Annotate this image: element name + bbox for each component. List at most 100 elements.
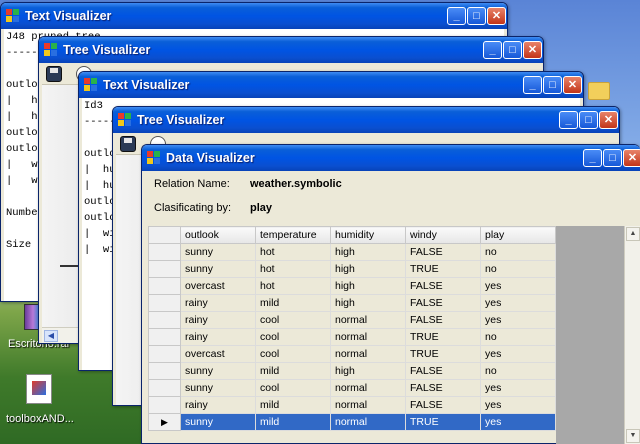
cell-windy[interactable]: TRUE (405, 260, 481, 278)
title-bar[interactable]: Tree Visualizer (39, 37, 543, 63)
title-bar[interactable]: Text Visualizer (79, 72, 583, 98)
cell-play[interactable]: yes (480, 413, 556, 431)
cell-windy[interactable]: FALSE (405, 277, 481, 295)
column-header-outlook[interactable]: outlook (180, 226, 256, 244)
cell-temperature[interactable]: mild (255, 396, 331, 414)
row-header[interactable] (148, 294, 181, 312)
table-row[interactable]: ▶ sunny mild normal TRUE yes (148, 413, 556, 431)
table-row[interactable]: overcast hot high FALSE yes (148, 277, 556, 295)
vertical-scrollbar[interactable]: ▲ ▼ (624, 226, 640, 444)
cell-play[interactable]: no (480, 260, 556, 278)
row-header[interactable] (148, 277, 181, 295)
minimize-button[interactable]: _ (447, 7, 466, 25)
cell-outlook[interactable]: rainy (180, 294, 256, 312)
cell-windy[interactable]: TRUE (405, 413, 481, 431)
cell-temperature[interactable]: mild (255, 362, 331, 380)
maximize-button[interactable]: □ (503, 41, 522, 59)
minimize-button[interactable]: _ (583, 149, 602, 167)
cell-windy[interactable]: FALSE (405, 243, 481, 261)
table-row[interactable]: overcast cool normal TRUE yes (148, 345, 556, 363)
minimize-button[interactable]: _ (483, 41, 502, 59)
title-bar[interactable]: Text Visualizer (1, 3, 507, 29)
maximize-button[interactable]: □ (543, 76, 562, 94)
row-header[interactable] (148, 328, 181, 346)
folder-icon[interactable] (588, 82, 610, 100)
scroll-up-icon[interactable]: ▲ (626, 227, 640, 241)
cell-outlook[interactable]: rainy (180, 396, 256, 414)
row-header[interactable] (148, 396, 181, 414)
maximize-button[interactable]: □ (467, 7, 486, 25)
cell-humidity[interactable]: high (330, 294, 406, 312)
cell-windy[interactable]: TRUE (405, 328, 481, 346)
close-button[interactable]: ✕ (623, 149, 640, 167)
row-header[interactable] (148, 379, 181, 397)
cell-play[interactable]: yes (480, 277, 556, 295)
cell-humidity[interactable]: high (330, 277, 406, 295)
column-header-play[interactable]: play (480, 226, 556, 244)
scroll-left-icon[interactable]: ◀ (44, 330, 58, 342)
table-row[interactable]: rainy cool normal FALSE yes (148, 311, 556, 329)
maximize-button[interactable]: □ (603, 149, 622, 167)
table-row[interactable]: sunny hot high FALSE no (148, 243, 556, 261)
cell-outlook[interactable]: sunny (180, 379, 256, 397)
cell-windy[interactable]: TRUE (405, 345, 481, 363)
cell-temperature[interactable]: cool (255, 311, 331, 329)
title-bar[interactable]: Tree Visualizer (113, 107, 619, 133)
cell-humidity[interactable]: high (330, 260, 406, 278)
desktop-icon-toolbox[interactable] (26, 374, 52, 404)
column-header-temperature[interactable]: temperature (255, 226, 331, 244)
cell-temperature[interactable]: hot (255, 260, 331, 278)
cell-humidity[interactable]: high (330, 362, 406, 380)
cell-humidity[interactable]: normal (330, 396, 406, 414)
table-row[interactable]: sunny hot high TRUE no (148, 260, 556, 278)
cell-play[interactable]: yes (480, 379, 556, 397)
cell-play[interactable]: yes (480, 294, 556, 312)
cell-windy[interactable]: FALSE (405, 311, 481, 329)
cell-temperature[interactable]: cool (255, 379, 331, 397)
row-header[interactable]: ▶ (148, 413, 181, 431)
column-header-windy[interactable]: windy (405, 226, 481, 244)
table-row[interactable]: rainy mild normal FALSE yes (148, 396, 556, 414)
row-header[interactable] (148, 345, 181, 363)
cell-temperature[interactable]: cool (255, 328, 331, 346)
cell-humidity[interactable]: normal (330, 413, 406, 431)
cell-temperature[interactable]: cool (255, 345, 331, 363)
cell-temperature[interactable]: hot (255, 243, 331, 261)
cell-humidity[interactable]: normal (330, 328, 406, 346)
row-header[interactable] (148, 362, 181, 380)
cell-humidity[interactable]: normal (330, 311, 406, 329)
cell-windy[interactable]: FALSE (405, 362, 481, 380)
row-header[interactable] (148, 311, 181, 329)
table-row[interactable]: sunny cool normal FALSE yes (148, 379, 556, 397)
cell-outlook[interactable]: sunny (180, 413, 256, 431)
cell-humidity[interactable]: normal (330, 345, 406, 363)
cell-windy[interactable]: FALSE (405, 379, 481, 397)
table-row[interactable]: sunny mild high FALSE no (148, 362, 556, 380)
cell-temperature[interactable]: mild (255, 294, 331, 312)
cell-humidity[interactable]: normal (330, 379, 406, 397)
column-header-humidity[interactable]: humidity (330, 226, 406, 244)
close-button[interactable]: ✕ (487, 7, 506, 25)
cell-temperature[interactable]: mild (255, 413, 331, 431)
save-icon[interactable] (120, 136, 136, 152)
cell-humidity[interactable]: high (330, 243, 406, 261)
cell-play[interactable]: yes (480, 345, 556, 363)
cell-temperature[interactable]: hot (255, 277, 331, 295)
cell-outlook[interactable]: overcast (180, 345, 256, 363)
maximize-button[interactable]: □ (579, 111, 598, 129)
cell-outlook[interactable]: overcast (180, 277, 256, 295)
cell-windy[interactable]: FALSE (405, 396, 481, 414)
cell-outlook[interactable]: rainy (180, 311, 256, 329)
minimize-button[interactable]: _ (523, 76, 542, 94)
table-row[interactable]: rainy mild high FALSE yes (148, 294, 556, 312)
title-bar[interactable]: Data Visualizer (142, 145, 640, 171)
cell-play[interactable]: no (480, 328, 556, 346)
cell-outlook[interactable]: rainy (180, 328, 256, 346)
minimize-button[interactable]: _ (559, 111, 578, 129)
data-grid[interactable]: outlook temperature humidity windy play sunn… (148, 226, 556, 431)
row-header[interactable] (148, 243, 181, 261)
close-button[interactable]: ✕ (563, 76, 582, 94)
table-row[interactable]: rainy cool normal TRUE no (148, 328, 556, 346)
cell-outlook[interactable]: sunny (180, 243, 256, 261)
row-header[interactable] (148, 260, 181, 278)
